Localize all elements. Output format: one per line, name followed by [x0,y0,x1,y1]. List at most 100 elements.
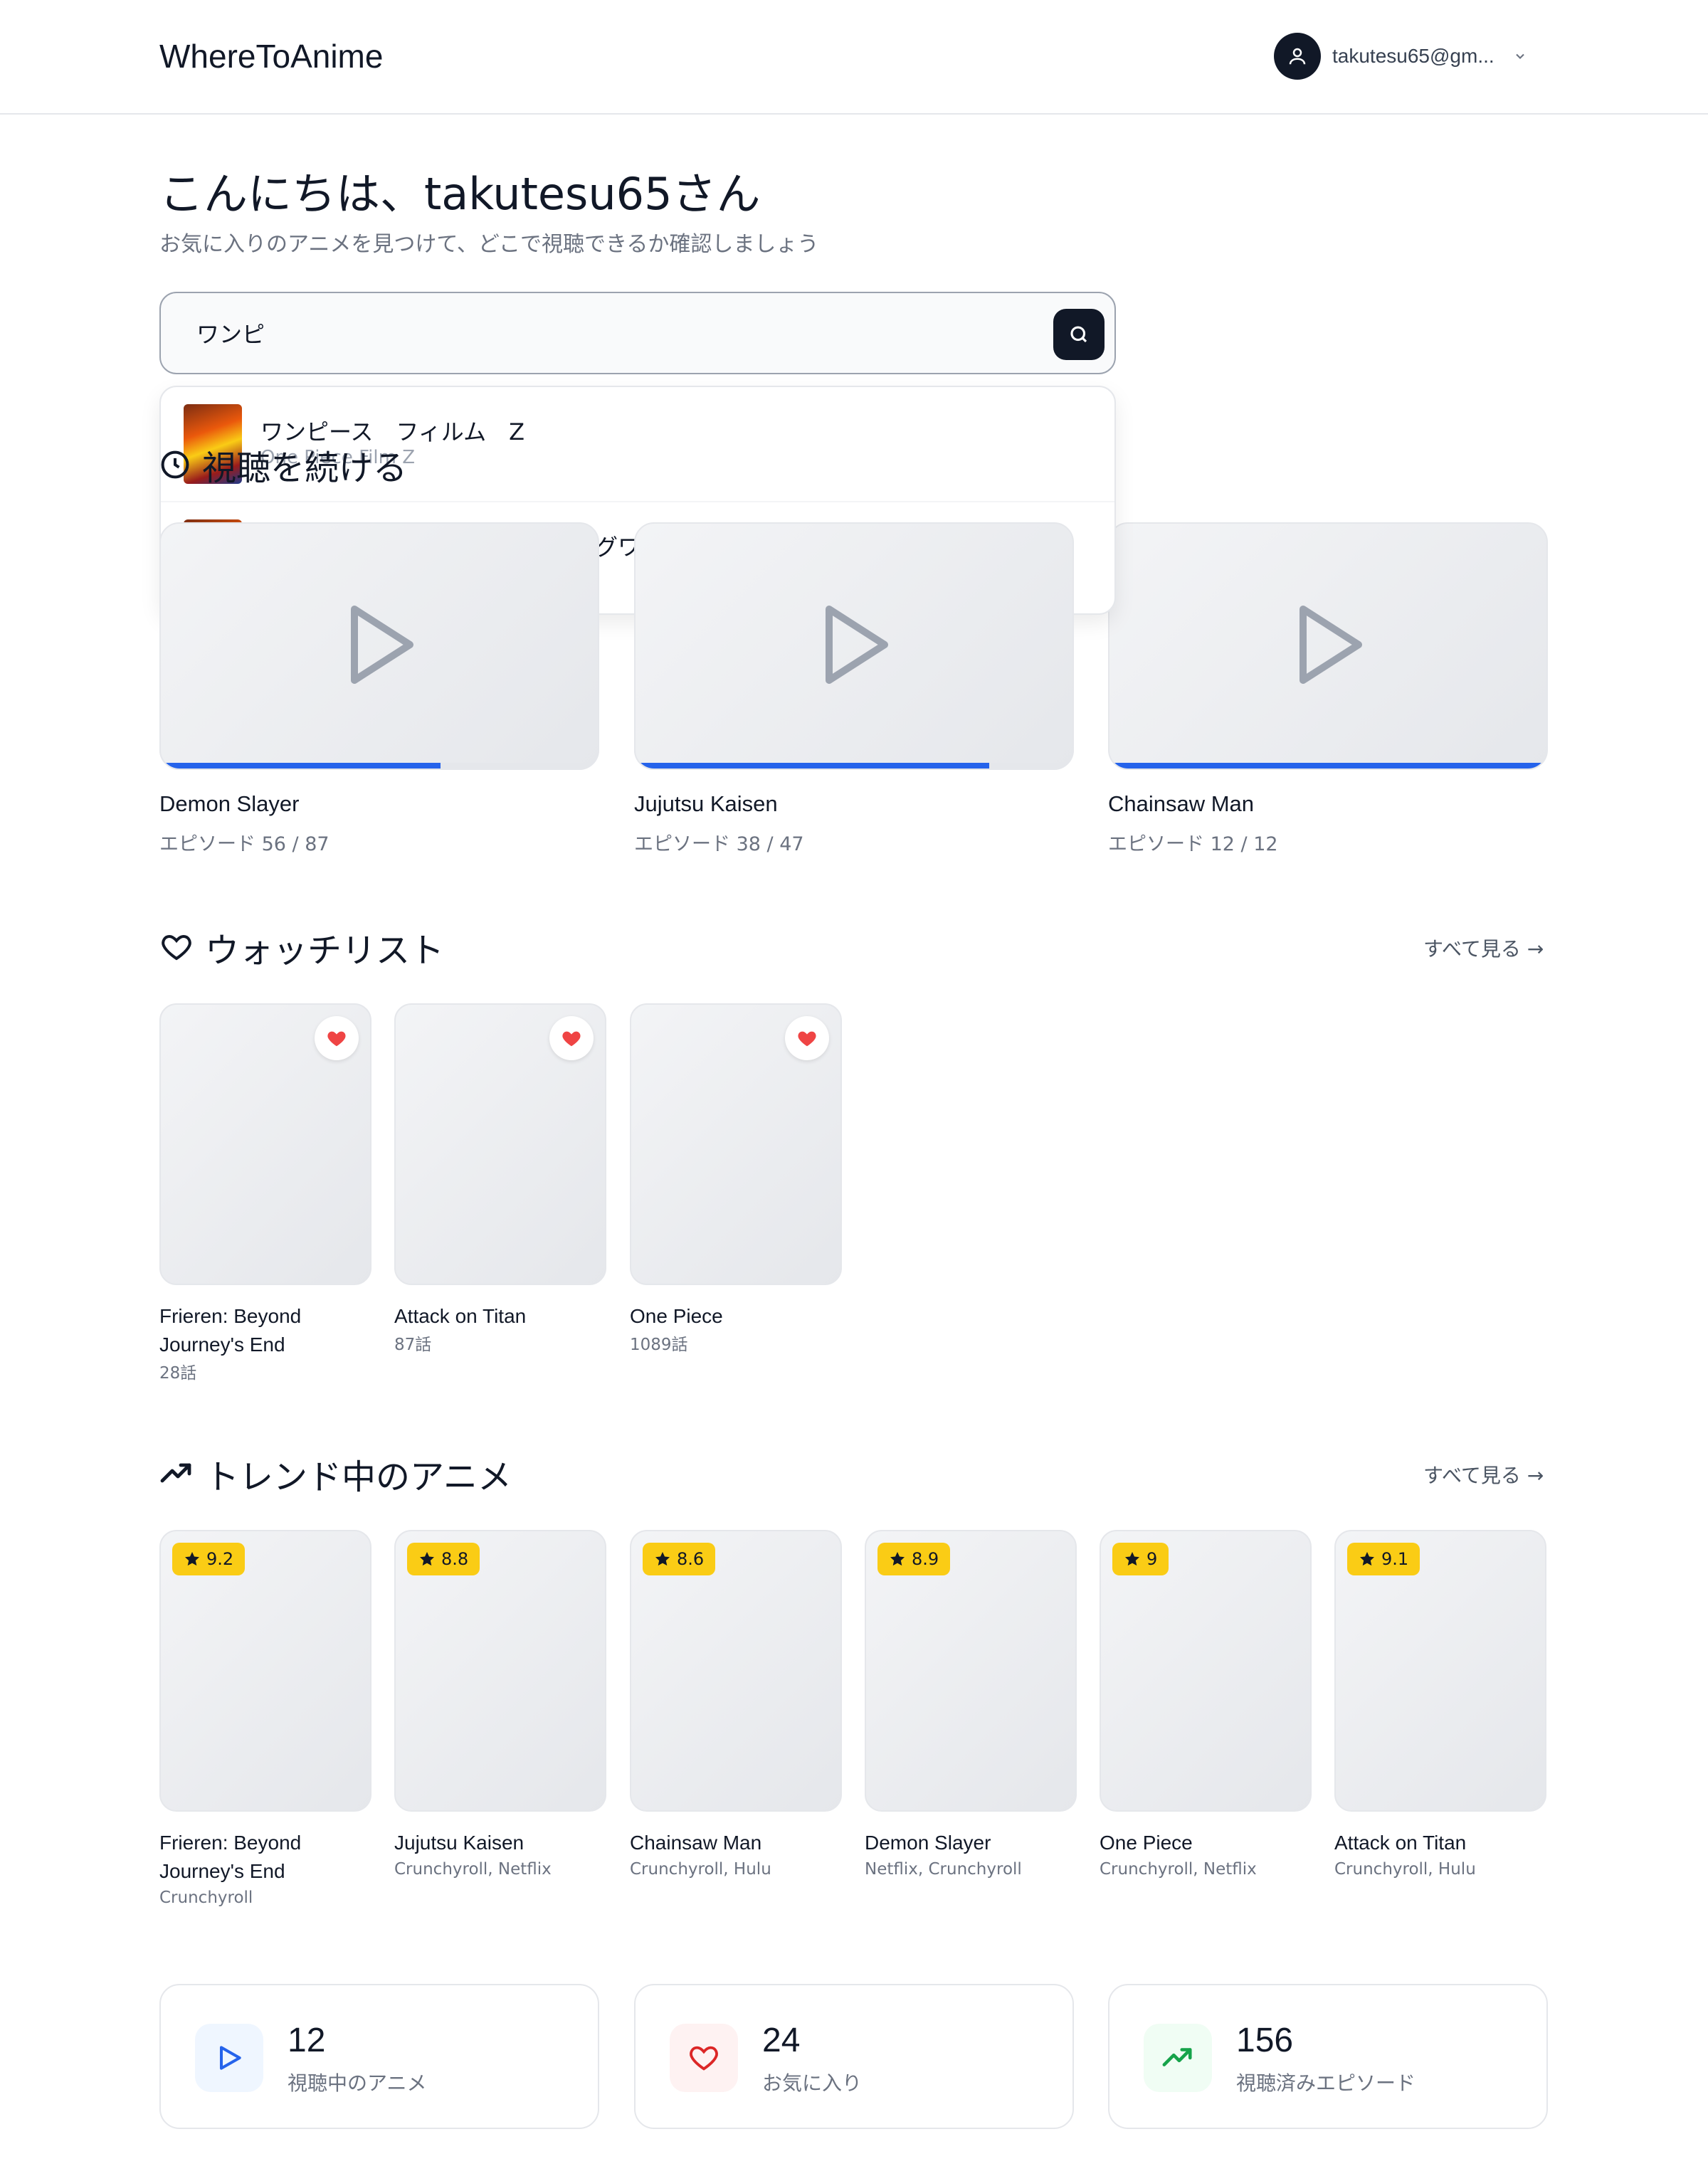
trending-card[interactable]: 9.2 Frieren: Beyond Journey's End Crunchyr… [159,1530,371,1907]
stat-value: 156 [1236,2022,1294,2059]
anime-title: Attack on Titan [1334,1832,1467,1854]
star-icon [1360,1552,1374,1566]
stat-label: 視聴済みエピソード [1236,2071,1416,2095]
trending-card[interactable]: 8.8 Jujutsu Kaisen Crunchyroll, Netflix [394,1530,606,1879]
play-icon [195,2024,263,2092]
user-menu[interactable]: takutesu65@gm... [1274,33,1527,80]
search-input[interactable] [196,315,1015,352]
search-icon [1070,326,1087,343]
anime-platforms: Crunchyroll, Netflix [394,1860,552,1879]
watchlist-see-all-link[interactable]: すべて見る → [1423,934,1544,962]
top-header: WhereToAnime takutesu65@gm... [0,0,1708,115]
suggestion-subtitle: One Piece Film Z [260,447,416,468]
continue-episodes: エピソード 56 / 87 [159,833,330,855]
play-icon [351,606,413,684]
suggestion-poster [184,519,242,599]
progress-fill [1109,763,1546,769]
anime-poster[interactable]: 9.1 [1334,1530,1546,1812]
play-icon [1300,606,1362,684]
progress-bar [636,763,1072,769]
heart-filled-icon [798,1031,816,1047]
trending-up-icon [160,1463,191,1483]
rating-value: 9.2 [206,1549,234,1569]
continue-card[interactable]: Chainsaw Man エピソード 12 / 12 [1108,522,1548,856]
favorite-button[interactable] [315,1016,359,1060]
user-avatar-icon[interactable] [1274,33,1321,80]
anime-title: Frieren: Beyond Journey's End [159,1832,302,1882]
anime-poster[interactable]: 8.8 [394,1530,606,1812]
anime-episodes: 28話 [159,1364,197,1383]
search-box [159,292,1116,374]
trending-card[interactable]: 9 One Piece Crunchyroll, Netflix [1100,1530,1312,1879]
heart-filled-icon [327,1031,346,1047]
user-email[interactable]: takutesu65@gm... [1332,45,1494,68]
rating-badge: 9.2 [172,1543,246,1575]
anime-episodes: 1089話 [630,1336,688,1354]
anime-platforms: Crunchyroll, Netflix [1100,1860,1257,1879]
anime-title: One Piece [1100,1832,1193,1854]
anime-platforms: Crunchyroll, Hulu [1334,1860,1476,1879]
watchlist-card[interactable]: Frieren: Beyond Journey's End 28話 [159,1003,371,1383]
star-icon [1125,1552,1139,1566]
trending-title: トレンド中のアニメ [205,1457,512,1497]
star-icon [420,1552,434,1566]
favorite-button[interactable] [549,1016,594,1060]
rating-value: 8.8 [441,1549,469,1569]
suggestion-title: グワ [595,534,641,561]
anime-poster[interactable]: 8.6 [630,1530,842,1812]
stat-value: 24 [762,2022,801,2059]
continue-thumbnail[interactable] [1108,522,1548,770]
continue-title: Jujutsu Kaisen [634,791,778,816]
anime-platforms: Crunchyroll [159,1889,253,1907]
watchlist-heading: ウォッチリスト [159,922,444,972]
watchlist-title: ウォッチリスト [205,931,445,971]
rating-value: 9.1 [1381,1549,1409,1569]
rating-badge: 8.6 [643,1543,716,1575]
anime-poster[interactable]: 9.2 [159,1530,371,1812]
stat-card-watching: 12 視聴中のアニメ [159,1984,599,2129]
continue-title: Chainsaw Man [1108,791,1255,816]
trending-card[interactable]: 8.6 Chainsaw Man Crunchyroll, Hulu [630,1530,842,1879]
rating-badge: 9.1 [1347,1543,1420,1575]
stat-card-favorites: 24 お気に入り [634,1984,1074,2129]
continue-episodes: エピソード 12 / 12 [1108,833,1278,855]
app-logo[interactable]: WhereToAnime [159,37,383,75]
suggestion-poster [184,404,242,484]
stat-value: 12 [288,2022,326,2059]
anime-poster[interactable] [159,1003,371,1285]
progress-bar [161,763,598,769]
trending-see-all-link[interactable]: すべて見る → [1423,1460,1544,1489]
favorite-button[interactable] [785,1016,829,1060]
heart-icon [670,2024,738,2092]
anime-title: Demon Slayer [865,1832,991,1854]
continue-title: Demon Slayer [159,791,300,816]
anime-episodes: 87話 [394,1336,432,1354]
suggestion-item[interactable]: ワンピース フィルム Z One Piece Film Z [161,387,1114,501]
rating-badge: 8.9 [877,1543,951,1575]
anime-poster[interactable] [394,1003,606,1285]
suggestion-title: ワンピース フィルム Z [260,418,525,445]
anime-poster[interactable]: 9 [1100,1530,1312,1812]
watchlist-card[interactable]: Attack on Titan 87話 [394,1003,606,1355]
anime-poster[interactable]: 8.9 [865,1530,1077,1812]
anime-title: Chainsaw Man [630,1832,762,1854]
suggestion-item[interactable]: グワ [161,501,1114,613]
rating-badge: 9 [1112,1543,1169,1575]
chevron-down-icon[interactable] [1513,49,1527,63]
search-suggestions: ワンピース フィルム Z One Piece Film Z グワ [159,386,1116,615]
search-button[interactable] [1053,309,1105,360]
play-icon [826,606,888,684]
trending-card[interactable]: 9.1 Attack on Titan Crunchyroll, Hulu [1334,1530,1546,1879]
watchlist-card[interactable]: One Piece 1089話 [630,1003,842,1355]
anime-title: One Piece [630,1305,723,1327]
trending-up-icon [1144,2024,1212,2092]
anime-title: Jujutsu Kaisen [394,1832,524,1854]
anime-poster[interactable] [630,1003,842,1285]
anime-platforms: Netflix, Crunchyroll [865,1860,1022,1879]
trending-heading: トレンド中のアニメ [159,1449,512,1499]
progress-fill [636,763,990,769]
anime-title: Frieren: Beyond Journey's End [159,1305,302,1356]
stat-label: 視聴中のアニメ [288,2071,427,2095]
trending-card[interactable]: 8.9 Demon Slayer Netflix, Crunchyroll [865,1530,1077,1879]
progress-bar [1109,763,1546,769]
